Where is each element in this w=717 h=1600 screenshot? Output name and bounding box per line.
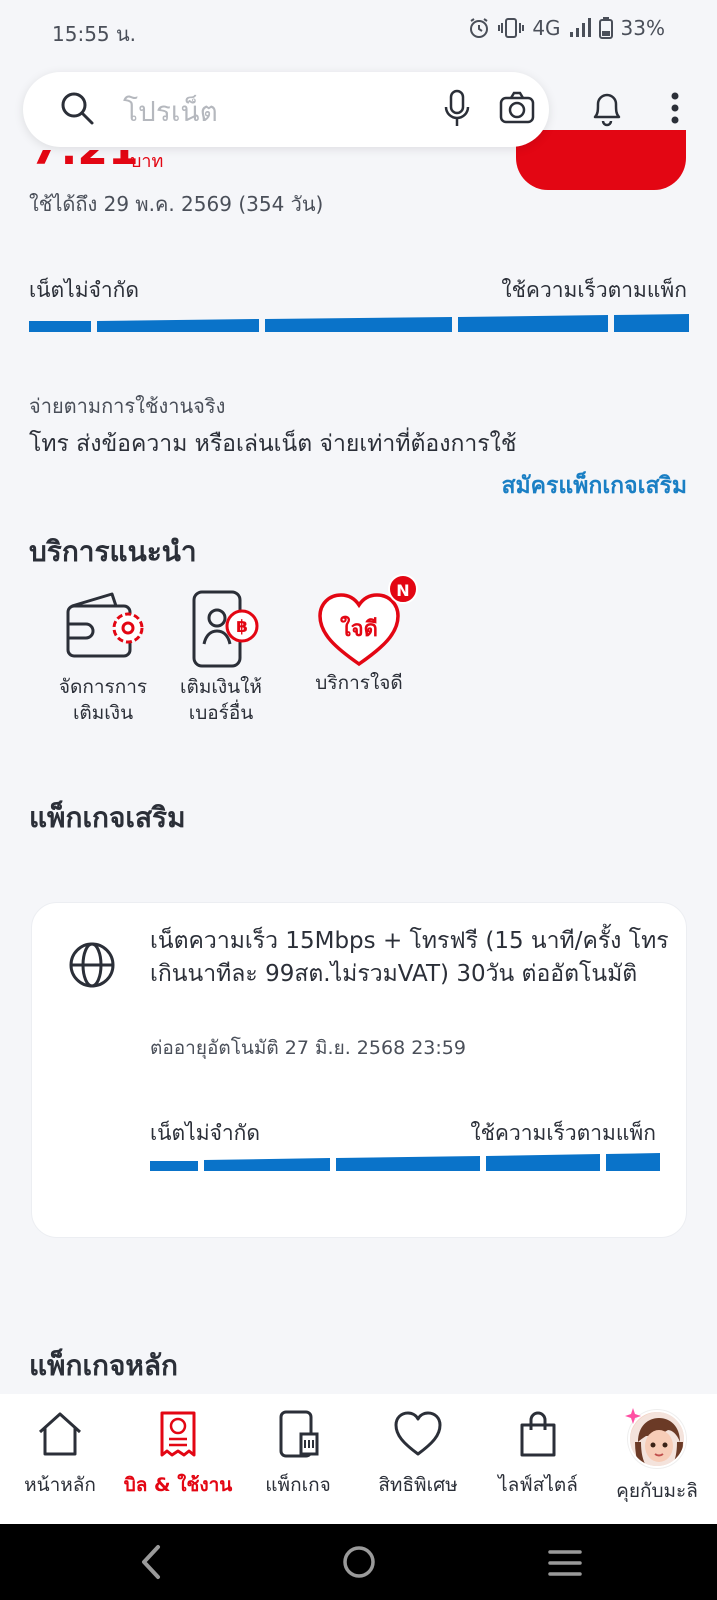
jaidee-heart-icon: ใจดี bbox=[318, 593, 400, 667]
signal-icon bbox=[569, 18, 591, 37]
speed-label-unlimited: เน็ตไม่จำกัด bbox=[29, 278, 140, 302]
topup-button[interactable] bbox=[516, 130, 686, 190]
nav-label: สิทธิพิเศษ bbox=[378, 1474, 458, 1496]
payg-description: โทร ส่งข้อความ หรือเล่นเน็ต จ่ายเท่าที่ต… bbox=[29, 431, 517, 457]
service-label: จัดการการ เติมเงิน bbox=[58, 676, 148, 724]
bill-icon bbox=[160, 1411, 196, 1457]
new-badge: N bbox=[388, 574, 418, 604]
microphone-icon[interactable] bbox=[443, 89, 471, 129]
addon-package-card[interactable]: เน็ตความเร็ว 15Mbps + โทรฟรี (15 นาที/คร… bbox=[31, 902, 687, 1238]
recents-icon[interactable] bbox=[547, 1548, 583, 1578]
sparkle-icon bbox=[625, 1408, 641, 1424]
back-icon[interactable] bbox=[136, 1544, 166, 1580]
balance-value: 7.21 bbox=[30, 150, 139, 172]
jaidee-logo-text: ใจดี bbox=[340, 615, 378, 642]
nav-label: แพ็กเกจ bbox=[265, 1474, 331, 1496]
alarm-icon bbox=[470, 18, 489, 38]
home-circle-icon[interactable] bbox=[341, 1544, 377, 1580]
addon-speed-bar bbox=[150, 1151, 660, 1173]
service-label: บริการใจดี bbox=[315, 672, 403, 694]
more-options-icon[interactable] bbox=[670, 92, 680, 124]
speed-bar bbox=[29, 310, 689, 334]
subscribe-addon-link[interactable]: สมัครแพ็กเกจเสริม bbox=[501, 468, 687, 504]
home-icon bbox=[38, 1412, 82, 1456]
speed-label-unlimited: เน็ตไม่จำกัด bbox=[150, 1121, 261, 1145]
nav-label: ไลฟ์สไตล์ bbox=[498, 1474, 578, 1496]
nav-lifestyle[interactable]: ไลฟ์สไตล์ bbox=[478, 1410, 598, 1500]
network-type: 4G bbox=[532, 16, 561, 40]
balance-valid-until: ใช้ได้ถึง 29 พ.ค. 2569 (354 วัน) bbox=[29, 192, 324, 216]
balance-unit: บาท bbox=[130, 151, 164, 172]
nav-label: หน้าหลัก bbox=[24, 1474, 96, 1496]
nav-package[interactable]: แพ็กเกจ bbox=[238, 1410, 358, 1500]
battery-level: 33% bbox=[620, 16, 665, 40]
system-navigation-bar bbox=[0, 1524, 717, 1600]
shopping-bag-icon bbox=[520, 1411, 556, 1457]
status-bar: 15:55 น. 4G 33% bbox=[0, 0, 717, 62]
nav-chat-mali[interactable]: คุยกับมะลิ bbox=[597, 1408, 717, 1506]
phone-baht-icon: ฿ bbox=[192, 590, 259, 668]
globe-icon bbox=[69, 942, 115, 988]
balance-amount: 7.21 บาท bbox=[30, 150, 170, 172]
service-manage-topup[interactable]: จัดการการ เติมเงิน bbox=[40, 590, 166, 726]
nav-home[interactable]: หน้าหลัก bbox=[0, 1410, 120, 1500]
search-bar[interactable]: โปรเน็ต bbox=[23, 72, 549, 147]
status-icons: 4G 33% bbox=[468, 16, 665, 40]
heart-icon bbox=[394, 1411, 442, 1456]
vibrate-icon bbox=[498, 18, 525, 38]
sim-phone-icon bbox=[279, 1410, 319, 1458]
wallet-gear-icon bbox=[66, 592, 144, 658]
nav-label: คุยกับมะลิ bbox=[616, 1480, 698, 1502]
nav-bill-usage[interactable]: บิล & ใช้งาน bbox=[118, 1410, 238, 1500]
battery-icon bbox=[598, 17, 613, 39]
payg-title: จ่ายตามการใช้งานจริง bbox=[29, 394, 226, 418]
notification-bell-icon[interactable] bbox=[590, 89, 624, 127]
search-icon[interactable] bbox=[59, 90, 95, 126]
service-label: เติมเงินให้ เบอร์อื่น bbox=[180, 676, 262, 724]
search-input[interactable]: โปรเน็ต bbox=[123, 90, 218, 134]
bottom-navigation: หน้าหลัก บิล & ใช้งาน แพ็กเกจ สิทธิพิเศษ… bbox=[0, 1394, 717, 1524]
main-package-title: แพ็กเกจหลัก bbox=[29, 1349, 178, 1382]
service-topup-other[interactable]: ฿ เติมเงินให้ เบอร์อื่น bbox=[158, 590, 284, 726]
addon-package-name: เน็ตความเร็ว 15Mbps + โทรฟรี (15 นาที/คร… bbox=[150, 928, 669, 987]
service-jaidee[interactable]: ใจดี N บริการใจดี bbox=[296, 574, 422, 696]
svg-text:฿: ฿ bbox=[236, 617, 248, 637]
addon-renew-date: ต่ออายุอัตโนมัติ 27 มิ.ย. 2568 23:59 bbox=[150, 1037, 466, 1059]
speed-label-package: ใช้ความเร็วตามแพ็ก bbox=[470, 1121, 656, 1145]
camera-icon[interactable] bbox=[499, 90, 535, 126]
status-time: 15:55 น. bbox=[52, 22, 137, 46]
nav-label: บิล & ใช้งาน bbox=[123, 1474, 233, 1496]
recommended-title: บริการแนะนำ bbox=[29, 535, 197, 568]
nav-privileges[interactable]: สิทธิพิเศษ bbox=[358, 1410, 478, 1500]
speed-label-package: ใช้ความเร็วตามแพ็ก bbox=[501, 278, 687, 302]
addon-section-title: แพ็กเกจเสริม bbox=[29, 801, 186, 834]
